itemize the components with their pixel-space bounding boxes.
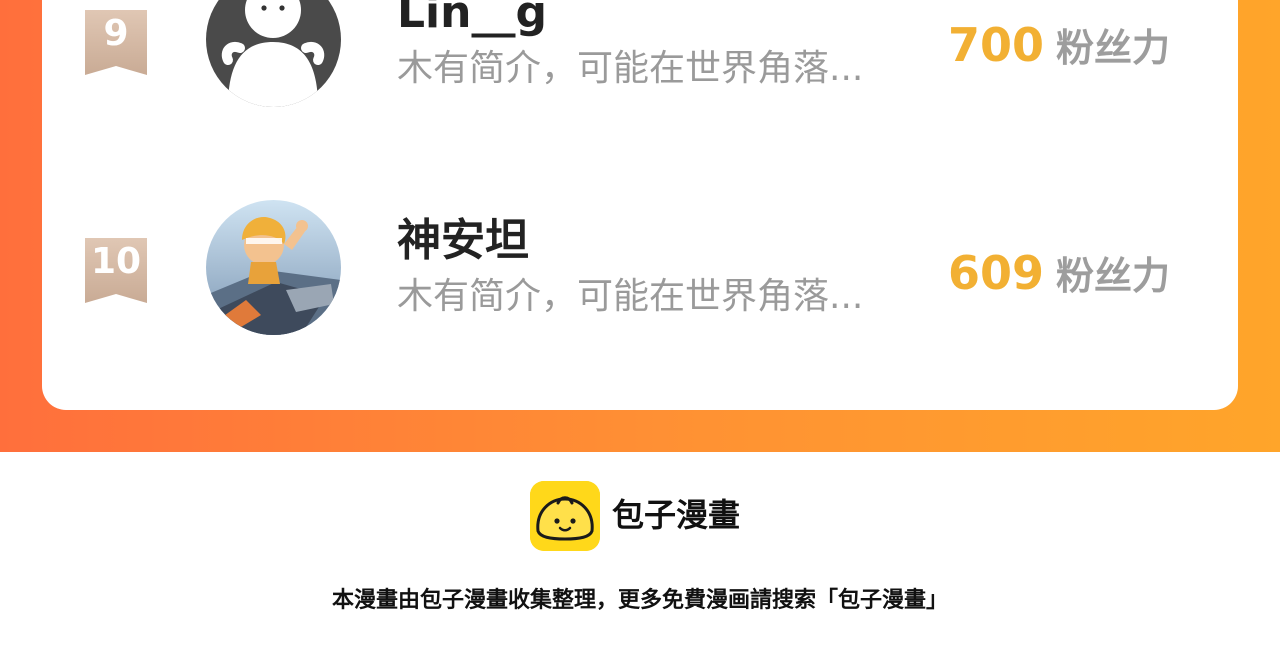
brand-name: 包子漫畫	[612, 496, 741, 534]
rank-badge: 9	[85, 10, 147, 75]
user-bio: 木有简介，可能在世界角落...	[397, 276, 864, 317]
fans-label: 粉丝力	[1055, 26, 1170, 70]
user-avatar[interactable]	[206, 0, 341, 107]
bun-mascot-icon	[530, 481, 600, 551]
default-user-avatar-icon	[206, 0, 341, 107]
fans-count: 609	[947, 246, 1044, 300]
game-character-avatar-icon	[206, 200, 341, 335]
user-name[interactable]: 神安坦	[397, 215, 529, 267]
ranking-row[interactable]: 10 神安坦 木有简介，可能在世界角落... 609 粉丝力	[42, 193, 1238, 335]
page: 9 Lin__g 木有简介，可能在世界角落... 700 粉丝力 10 神安坦 …	[0, 0, 1280, 652]
fans-label: 粉丝力	[1055, 254, 1170, 298]
ranking-card: 9 Lin__g 木有简介，可能在世界角落... 700 粉丝力 10 神安坦 …	[42, 0, 1238, 410]
user-name[interactable]: Lin__g	[397, 0, 547, 39]
rank-number: 10	[90, 241, 142, 282]
fans-score: 700 粉丝力	[948, 20, 1170, 81]
user-avatar[interactable]	[206, 200, 341, 335]
user-bio: 木有简介，可能在世界角落...	[397, 48, 864, 89]
rank-number: 9	[103, 13, 129, 54]
footer-note: 本漫畫由包子漫畫收集整理，更多免費漫画請搜索「包子漫畫」	[331, 588, 948, 613]
ranking-row[interactable]: 9 Lin__g 木有简介，可能在世界角落... 700 粉丝力	[42, 0, 1238, 107]
app-logo	[530, 481, 600, 551]
fans-count: 700	[947, 18, 1044, 72]
rank-badge: 10	[85, 238, 147, 303]
fans-score: 609 粉丝力	[948, 248, 1170, 309]
